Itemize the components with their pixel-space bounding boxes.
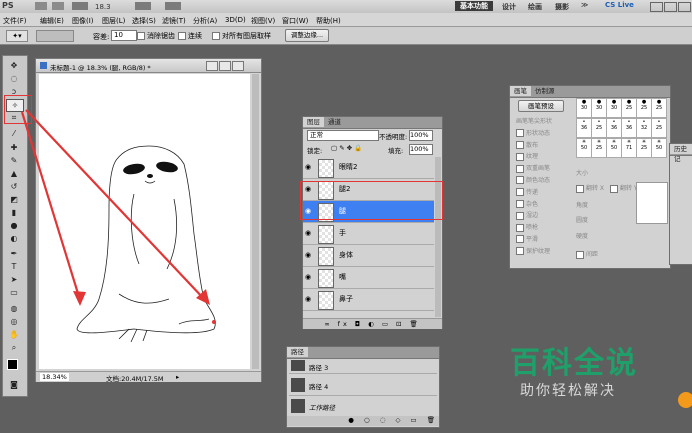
brush-option[interactable]: 传递 (516, 187, 572, 199)
orange-badge-icon[interactable] (678, 392, 692, 408)
brush-tip[interactable]: • 36 (606, 118, 622, 138)
size-label: 大小 (576, 170, 589, 177)
brush-option[interactable]: 平滑 (516, 234, 572, 246)
history-panel-tabs: 历史记 (670, 144, 692, 163)
brush-tip[interactable]: ● 25 (621, 98, 637, 118)
history-panel: 历史记 (669, 143, 692, 265)
paths-panel-tabs: 路径 (287, 347, 439, 359)
brush-tip[interactable]: ● 25 (651, 98, 667, 118)
brush-tip[interactable]: ● 30 (591, 98, 607, 118)
tab-clone-source[interactable]: 仿制源 (531, 86, 559, 96)
path-thumbnail (291, 399, 305, 413)
roundness-label: 圆度 (576, 217, 589, 224)
brush-tip[interactable]: • 36 (621, 118, 637, 138)
watermark-title: 百科全说 (510, 346, 638, 381)
watermark: 百科全说 助你轻松解决 (500, 338, 680, 408)
brush-option[interactable]: 杂色 (516, 199, 572, 211)
brush-panel-tabs: 画笔 仿制源 (510, 86, 670, 98)
tab-paths[interactable]: 路径 (287, 347, 308, 357)
path-row[interactable]: 路径 4 (289, 375, 437, 396)
tab-brush[interactable]: 画笔 (510, 86, 531, 96)
paths-footer-icons[interactable]: ● ○ ◌ ◇ ▭ 🗑 (287, 416, 439, 426)
paths-panel: 路径 路径 3 路径 4 工作路径 ● ○ ◌ ◇ ▭ 🗑 (286, 346, 440, 428)
brush-tip[interactable]: • 32 (636, 118, 652, 138)
path-name: 路径 4 (309, 383, 329, 391)
angle-label: 角度 (576, 202, 589, 209)
path-name: 路径 3 (309, 364, 329, 372)
brush-option[interactable]: 双重画笔 (516, 163, 572, 175)
brush-tip[interactable]: ● 25 (636, 98, 652, 118)
brush-option[interactable]: 纹理 (516, 151, 572, 163)
flip-x-checkbox[interactable]: 翻转 X (576, 183, 604, 193)
hardness-label: 硬度 (576, 233, 589, 240)
brush-option[interactable]: 喷枪 (516, 222, 572, 234)
brush-panel: 画笔 仿制源 画笔预设 画笔笔尖形状 形状动态 散布 纹理 双重画笔 颜色动态 传… (509, 85, 671, 269)
brush-angle-preview[interactable] (636, 182, 668, 224)
brush-tip[interactable]: • 36 (576, 118, 592, 138)
tab-history[interactable]: 历史记 (670, 144, 692, 163)
spacing-checkbox[interactable]: 间距 (576, 249, 598, 259)
brush-option[interactable]: 画笔笔尖形状 (516, 116, 572, 128)
brush-tip[interactable]: • 25 (591, 118, 607, 138)
brush-tip[interactable]: ✳ 50 (576, 138, 592, 158)
brush-presets-button[interactable]: 画笔预设 (518, 100, 564, 112)
brush-tip[interactable]: ● 30 (576, 98, 592, 118)
brush-tip[interactable]: ✳ 50 (606, 138, 622, 158)
brush-tip[interactable]: ● 30 (606, 98, 622, 118)
brush-option[interactable]: 形状动态 (516, 128, 572, 140)
brush-tip-grid: ● 30 ● 30 ● 30 ● 25 ● 25 ● 25 • 36 • 25 • 36 • 36 … (576, 98, 668, 162)
path-row[interactable]: 工作路径 (289, 396, 437, 416)
path-thumbnail (291, 360, 305, 371)
brush-option[interactable]: 湿边 (516, 210, 572, 222)
brush-tip[interactable]: ✳ 25 (636, 138, 652, 158)
brush-tip[interactable]: • 25 (651, 118, 667, 138)
watermark-subtitle: 助你轻松解决 (520, 383, 616, 399)
path-name: 工作路径 (309, 404, 335, 412)
brush-option[interactable]: 散布 (516, 140, 572, 152)
brush-option[interactable]: 颜色动态 (516, 175, 572, 187)
brush-tip[interactable]: ✳ 50 (651, 138, 667, 158)
brush-tip[interactable]: ✳ 25 (591, 138, 607, 158)
path-row[interactable]: 路径 3 (289, 359, 437, 374)
brush-options-list: 画笔笔尖形状 形状动态 散布 纹理 双重画笔 颜色动态 传递 杂色 湿边 喷枪 … (516, 116, 572, 258)
brush-tip[interactable]: ✳ 71 (621, 138, 637, 158)
brush-option[interactable]: 保护纹理 (516, 246, 572, 258)
flip-y-checkbox[interactable]: 翻转 Y (610, 183, 638, 193)
path-thumbnail (291, 378, 305, 392)
